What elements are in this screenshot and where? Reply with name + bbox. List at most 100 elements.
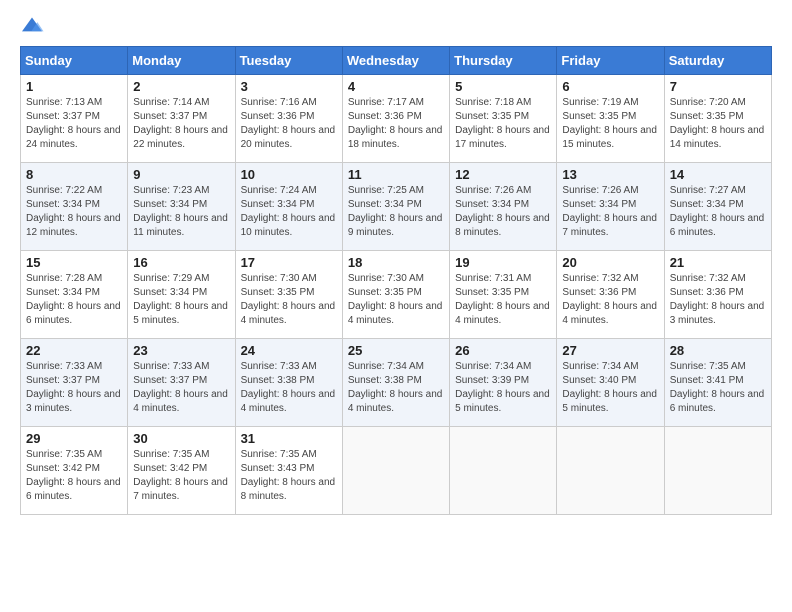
day-number: 18 (348, 255, 444, 270)
calendar-day-cell: 29 Sunrise: 7:35 AM Sunset: 3:42 PM Dayl… (21, 427, 128, 515)
calendar-day-cell (557, 427, 664, 515)
day-info: Sunrise: 7:30 AM Sunset: 3:35 PM Dayligh… (348, 273, 443, 326)
day-info: Sunrise: 7:26 AM Sunset: 3:34 PM Dayligh… (455, 185, 550, 238)
day-info: Sunrise: 7:30 AM Sunset: 3:35 PM Dayligh… (241, 273, 336, 326)
calendar-week-row: 29 Sunrise: 7:35 AM Sunset: 3:42 PM Dayl… (21, 427, 772, 515)
day-number: 8 (26, 167, 122, 182)
calendar-day-cell: 25 Sunrise: 7:34 AM Sunset: 3:38 PM Dayl… (342, 339, 449, 427)
calendar-day-cell: 3 Sunrise: 7:16 AM Sunset: 3:36 PM Dayli… (235, 75, 342, 163)
day-info: Sunrise: 7:32 AM Sunset: 3:36 PM Dayligh… (562, 273, 657, 326)
day-info: Sunrise: 7:35 AM Sunset: 3:41 PM Dayligh… (670, 361, 765, 414)
calendar-day-cell: 1 Sunrise: 7:13 AM Sunset: 3:37 PM Dayli… (21, 75, 128, 163)
day-number: 17 (241, 255, 337, 270)
day-info: Sunrise: 7:33 AM Sunset: 3:37 PM Dayligh… (133, 361, 228, 414)
day-number: 11 (348, 167, 444, 182)
day-number: 29 (26, 431, 122, 446)
day-number: 1 (26, 79, 122, 94)
day-info: Sunrise: 7:34 AM Sunset: 3:38 PM Dayligh… (348, 361, 443, 414)
calendar-day-cell: 24 Sunrise: 7:33 AM Sunset: 3:38 PM Dayl… (235, 339, 342, 427)
calendar-day-cell: 19 Sunrise: 7:31 AM Sunset: 3:35 PM Dayl… (450, 251, 557, 339)
day-number: 6 (562, 79, 658, 94)
day-info: Sunrise: 7:33 AM Sunset: 3:38 PM Dayligh… (241, 361, 336, 414)
day-info: Sunrise: 7:33 AM Sunset: 3:37 PM Dayligh… (26, 361, 121, 414)
calendar-day-header: Sunday (21, 47, 128, 75)
day-number: 3 (241, 79, 337, 94)
day-number: 24 (241, 343, 337, 358)
calendar-day-header: Tuesday (235, 47, 342, 75)
calendar-day-cell: 4 Sunrise: 7:17 AM Sunset: 3:36 PM Dayli… (342, 75, 449, 163)
calendar-day-header: Monday (128, 47, 235, 75)
day-info: Sunrise: 7:34 AM Sunset: 3:39 PM Dayligh… (455, 361, 550, 414)
calendar-day-cell (342, 427, 449, 515)
day-info: Sunrise: 7:26 AM Sunset: 3:34 PM Dayligh… (562, 185, 657, 238)
calendar-table: SundayMondayTuesdayWednesdayThursdayFrid… (20, 46, 772, 515)
calendar-week-row: 1 Sunrise: 7:13 AM Sunset: 3:37 PM Dayli… (21, 75, 772, 163)
day-number: 5 (455, 79, 551, 94)
day-number: 26 (455, 343, 551, 358)
calendar-day-cell: 26 Sunrise: 7:34 AM Sunset: 3:39 PM Dayl… (450, 339, 557, 427)
day-number: 23 (133, 343, 229, 358)
calendar-day-cell: 23 Sunrise: 7:33 AM Sunset: 3:37 PM Dayl… (128, 339, 235, 427)
logo (20, 16, 48, 36)
day-info: Sunrise: 7:28 AM Sunset: 3:34 PM Dayligh… (26, 273, 121, 326)
day-info: Sunrise: 7:24 AM Sunset: 3:34 PM Dayligh… (241, 185, 336, 238)
calendar-week-row: 8 Sunrise: 7:22 AM Sunset: 3:34 PM Dayli… (21, 163, 772, 251)
day-info: Sunrise: 7:31 AM Sunset: 3:35 PM Dayligh… (455, 273, 550, 326)
day-info: Sunrise: 7:35 AM Sunset: 3:42 PM Dayligh… (26, 449, 121, 502)
calendar-day-cell: 31 Sunrise: 7:35 AM Sunset: 3:43 PM Dayl… (235, 427, 342, 515)
calendar-day-cell: 12 Sunrise: 7:26 AM Sunset: 3:34 PM Dayl… (450, 163, 557, 251)
calendar-day-cell: 6 Sunrise: 7:19 AM Sunset: 3:35 PM Dayli… (557, 75, 664, 163)
day-number: 15 (26, 255, 122, 270)
calendar-day-cell: 20 Sunrise: 7:32 AM Sunset: 3:36 PM Dayl… (557, 251, 664, 339)
day-info: Sunrise: 7:13 AM Sunset: 3:37 PM Dayligh… (26, 97, 121, 150)
day-number: 12 (455, 167, 551, 182)
day-number: 30 (133, 431, 229, 446)
day-info: Sunrise: 7:29 AM Sunset: 3:34 PM Dayligh… (133, 273, 228, 326)
calendar-day-cell: 22 Sunrise: 7:33 AM Sunset: 3:37 PM Dayl… (21, 339, 128, 427)
calendar-day-cell: 5 Sunrise: 7:18 AM Sunset: 3:35 PM Dayli… (450, 75, 557, 163)
page-header (20, 16, 772, 36)
day-number: 9 (133, 167, 229, 182)
calendar-day-cell: 11 Sunrise: 7:25 AM Sunset: 3:34 PM Dayl… (342, 163, 449, 251)
calendar-week-row: 15 Sunrise: 7:28 AM Sunset: 3:34 PM Dayl… (21, 251, 772, 339)
day-info: Sunrise: 7:19 AM Sunset: 3:35 PM Dayligh… (562, 97, 657, 150)
day-number: 21 (670, 255, 766, 270)
calendar-day-cell: 18 Sunrise: 7:30 AM Sunset: 3:35 PM Dayl… (342, 251, 449, 339)
day-info: Sunrise: 7:27 AM Sunset: 3:34 PM Dayligh… (670, 185, 765, 238)
day-number: 27 (562, 343, 658, 358)
day-info: Sunrise: 7:20 AM Sunset: 3:35 PM Dayligh… (670, 97, 765, 150)
calendar-day-cell: 2 Sunrise: 7:14 AM Sunset: 3:37 PM Dayli… (128, 75, 235, 163)
day-number: 19 (455, 255, 551, 270)
calendar-day-cell: 14 Sunrise: 7:27 AM Sunset: 3:34 PM Dayl… (664, 163, 771, 251)
day-number: 10 (241, 167, 337, 182)
calendar-week-row: 22 Sunrise: 7:33 AM Sunset: 3:37 PM Dayl… (21, 339, 772, 427)
calendar-day-cell: 27 Sunrise: 7:34 AM Sunset: 3:40 PM Dayl… (557, 339, 664, 427)
day-info: Sunrise: 7:23 AM Sunset: 3:34 PM Dayligh… (133, 185, 228, 238)
day-number: 13 (562, 167, 658, 182)
day-info: Sunrise: 7:14 AM Sunset: 3:37 PM Dayligh… (133, 97, 228, 150)
calendar-day-cell: 30 Sunrise: 7:35 AM Sunset: 3:42 PM Dayl… (128, 427, 235, 515)
day-info: Sunrise: 7:16 AM Sunset: 3:36 PM Dayligh… (241, 97, 336, 150)
day-number: 4 (348, 79, 444, 94)
calendar-day-header: Wednesday (342, 47, 449, 75)
day-number: 16 (133, 255, 229, 270)
calendar-day-cell: 9 Sunrise: 7:23 AM Sunset: 3:34 PM Dayli… (128, 163, 235, 251)
day-info: Sunrise: 7:35 AM Sunset: 3:43 PM Dayligh… (241, 449, 336, 502)
calendar-day-header: Thursday (450, 47, 557, 75)
day-number: 7 (670, 79, 766, 94)
calendar-day-cell (664, 427, 771, 515)
calendar-day-cell: 13 Sunrise: 7:26 AM Sunset: 3:34 PM Dayl… (557, 163, 664, 251)
day-info: Sunrise: 7:25 AM Sunset: 3:34 PM Dayligh… (348, 185, 443, 238)
calendar-day-cell: 21 Sunrise: 7:32 AM Sunset: 3:36 PM Dayl… (664, 251, 771, 339)
calendar-header-row: SundayMondayTuesdayWednesdayThursdayFrid… (21, 47, 772, 75)
day-info: Sunrise: 7:18 AM Sunset: 3:35 PM Dayligh… (455, 97, 550, 150)
day-info: Sunrise: 7:34 AM Sunset: 3:40 PM Dayligh… (562, 361, 657, 414)
day-number: 2 (133, 79, 229, 94)
day-info: Sunrise: 7:22 AM Sunset: 3:34 PM Dayligh… (26, 185, 121, 238)
day-number: 22 (26, 343, 122, 358)
day-number: 20 (562, 255, 658, 270)
calendar-day-cell: 15 Sunrise: 7:28 AM Sunset: 3:34 PM Dayl… (21, 251, 128, 339)
day-info: Sunrise: 7:35 AM Sunset: 3:42 PM Dayligh… (133, 449, 228, 502)
calendar-day-cell: 10 Sunrise: 7:24 AM Sunset: 3:34 PM Dayl… (235, 163, 342, 251)
day-number: 14 (670, 167, 766, 182)
